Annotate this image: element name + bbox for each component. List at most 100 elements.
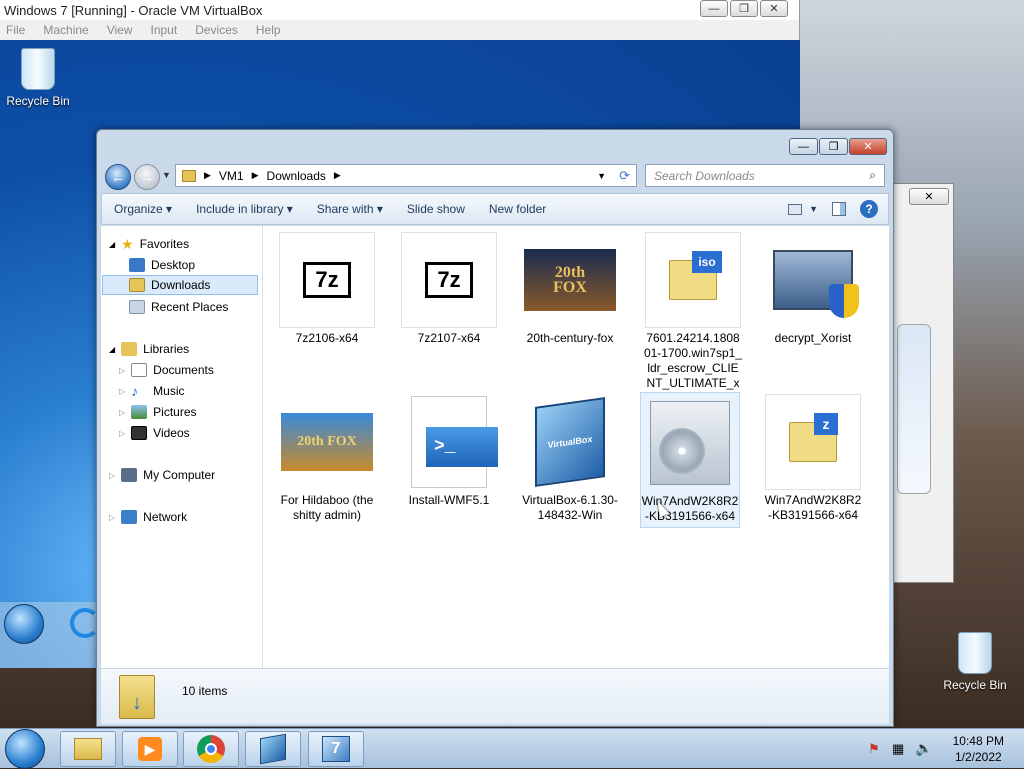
- taskbar-media-player[interactable]: ▶: [122, 731, 178, 767]
- organize-button[interactable]: Organize ▾: [102, 202, 184, 216]
- navigation-pane: ◢ ★ Favorites Desktop Downloads Recent P…: [101, 226, 263, 668]
- recycle-bin-icon: [958, 632, 992, 674]
- breadcrumb-vm1[interactable]: VM1: [219, 169, 244, 183]
- file-item[interactable]: 20th FOX 20th-century-fox: [520, 232, 620, 346]
- pictures-icon: [131, 405, 148, 419]
- vm-window-icon: 7: [322, 736, 350, 762]
- taskbar-chrome[interactable]: [183, 731, 239, 767]
- nav-videos[interactable]: ▷ Videos: [119, 423, 190, 443]
- file-item[interactable]: 7z 7z2107-x64: [399, 232, 499, 346]
- forward-button[interactable]: →: [134, 164, 160, 190]
- videos-icon: [131, 426, 148, 440]
- music-icon: ♪: [131, 383, 139, 399]
- file-item[interactable]: >_ Install-WMF5.1: [399, 394, 499, 508]
- search-input[interactable]: Search Downloads ⌕: [645, 164, 885, 187]
- share-with-button[interactable]: Share with ▾: [305, 202, 395, 216]
- downloads-folder-icon: [129, 278, 145, 292]
- background-window[interactable]: ✕: [890, 183, 954, 583]
- menu-help[interactable]: Help: [256, 23, 281, 37]
- search-placeholder: Search Downloads: [654, 168, 755, 183]
- file-item[interactable]: iso 7601.24214.180801-1700.win7sp1_ldr_e…: [643, 232, 743, 406]
- explorer-window[interactable]: — ❐ ✕ ← → ▼ ▶ VM1 ▶ Downloads ▶ ▼ ⟳ Sear…: [96, 129, 894, 727]
- menu-file[interactable]: File: [6, 23, 25, 37]
- downloads-folder-icon: ↓: [119, 675, 155, 719]
- minimize-icon[interactable]: —: [789, 138, 818, 155]
- nav-my-computer[interactable]: ▷ My Computer: [109, 465, 215, 485]
- close-icon[interactable]: ✕: [849, 138, 887, 155]
- close-icon[interactable]: ✕: [760, 0, 788, 17]
- recycle-bin-icon: [21, 48, 55, 90]
- zip-file-icon: z: [765, 394, 861, 490]
- file-item[interactable]: 7z 7z2106-x64: [277, 232, 377, 346]
- computer-icon: [121, 468, 138, 482]
- breadcrumb-downloads[interactable]: Downloads: [267, 169, 326, 183]
- image-thumbnail-icon: 20th FOX: [522, 232, 618, 328]
- nav-network[interactable]: ▷ Network: [109, 507, 187, 527]
- maximize-icon[interactable]: ❐: [819, 138, 848, 155]
- address-dropdown-icon[interactable]: ▼: [597, 171, 606, 181]
- file-item[interactable]: decrypt_Xorist: [763, 232, 863, 346]
- menu-view[interactable]: View: [107, 23, 133, 37]
- vbox-titlebar[interactable]: Windows 7 [Running] - Oracle VM VirtualB…: [0, 0, 799, 20]
- minimize-icon[interactable]: —: [700, 0, 728, 17]
- preview-pane-icon[interactable]: [832, 202, 846, 216]
- star-icon: ★: [121, 235, 134, 252]
- close-icon[interactable]: ✕: [909, 188, 949, 205]
- include-in-library-button[interactable]: Include in library ▾: [184, 202, 305, 216]
- taskbar-virtualbox[interactable]: [245, 731, 301, 767]
- chrome-icon: [197, 735, 225, 763]
- update-package-icon: [642, 395, 738, 491]
- nav-desktop[interactable]: Desktop: [129, 255, 195, 275]
- nav-music[interactable]: ▷ ♪ Music: [119, 381, 185, 401]
- desktop-icon: [129, 258, 145, 272]
- guest-recycle-bin[interactable]: Recycle Bin: [3, 48, 73, 108]
- recent-places-icon: [129, 300, 145, 314]
- media-player-icon: ▶: [138, 737, 162, 761]
- new-folder-button[interactable]: New folder: [477, 202, 558, 216]
- network-status-icon[interactable]: ▦: [892, 741, 904, 757]
- nav-documents[interactable]: ▷ Documents: [119, 360, 214, 380]
- nav-libraries[interactable]: ◢ Libraries: [109, 339, 189, 359]
- folder-icon: [74, 738, 102, 760]
- start-orb-icon[interactable]: [5, 729, 45, 769]
- volume-icon[interactable]: 🔈: [915, 740, 932, 757]
- nav-favorites[interactable]: ◢ ★ Favorites: [109, 234, 189, 254]
- network-icon: [121, 510, 138, 524]
- view-dropdown-icon[interactable]: ▼: [809, 204, 818, 214]
- taskbar-explorer[interactable]: [60, 731, 116, 767]
- folder-icon: [182, 169, 196, 182]
- menu-machine[interactable]: Machine: [43, 23, 88, 37]
- back-button[interactable]: ←: [105, 164, 131, 190]
- system-clock[interactable]: 10:48 PM 1/2/2022: [953, 733, 1004, 765]
- file-item[interactable]: VirtualBox VirtualBox-6.1.30-148432-Win: [520, 394, 620, 523]
- address-bar[interactable]: ▶ VM1 ▶ Downloads ▶ ▼ ⟳: [175, 164, 637, 187]
- maximize-icon[interactable]: ❐: [730, 0, 758, 17]
- vbox-menubar: File Machine View Input Devices Help: [0, 20, 799, 40]
- 7zip-icon: 7z: [401, 232, 497, 328]
- nav-downloads[interactable]: Downloads: [102, 275, 258, 295]
- explorer-titlebar[interactable]: — ❐ ✕: [97, 130, 893, 160]
- search-icon[interactable]: ⌕: [869, 168, 876, 183]
- change-view-icon[interactable]: [788, 203, 802, 215]
- virtualbox-icon: [260, 733, 286, 765]
- address-row: ← → ▼ ▶ VM1 ▶ Downloads ▶ ▼ ⟳ Search Dow…: [97, 160, 893, 192]
- action-center-icon[interactable]: ⚑: [868, 741, 880, 757]
- refresh-icon[interactable]: ⟳: [619, 168, 630, 184]
- nav-pictures[interactable]: ▷ Pictures: [119, 402, 197, 422]
- installer-shield-icon: [765, 232, 861, 328]
- 7zip-icon: 7z: [279, 232, 375, 328]
- details-pane: ↓ 10 items: [101, 668, 889, 724]
- nav-recent-places[interactable]: Recent Places: [129, 297, 228, 317]
- file-list: 7z 7z2106-x64 7z 7z2107-x64 20th FOX 20th…: [263, 226, 889, 668]
- command-bar: Organize ▾ Include in library ▾ Share wi…: [101, 193, 889, 225]
- start-orb-icon[interactable]: [4, 604, 44, 644]
- slide-show-button[interactable]: Slide show: [395, 202, 477, 216]
- host-recycle-bin[interactable]: Recycle Bin: [940, 632, 1010, 692]
- taskbar-windows7-vm[interactable]: 7: [308, 731, 364, 767]
- menu-devices[interactable]: Devices: [195, 23, 238, 37]
- file-item[interactable]: 20th FOX For Hildaboo (the shitty admin): [277, 394, 377, 523]
- recent-pages-chevron-icon[interactable]: ▼: [162, 170, 171, 180]
- help-icon[interactable]: ?: [860, 200, 878, 218]
- menu-input[interactable]: Input: [151, 23, 178, 37]
- file-item[interactable]: z Win7AndW2K8R2-KB3191566-x64: [763, 394, 863, 523]
